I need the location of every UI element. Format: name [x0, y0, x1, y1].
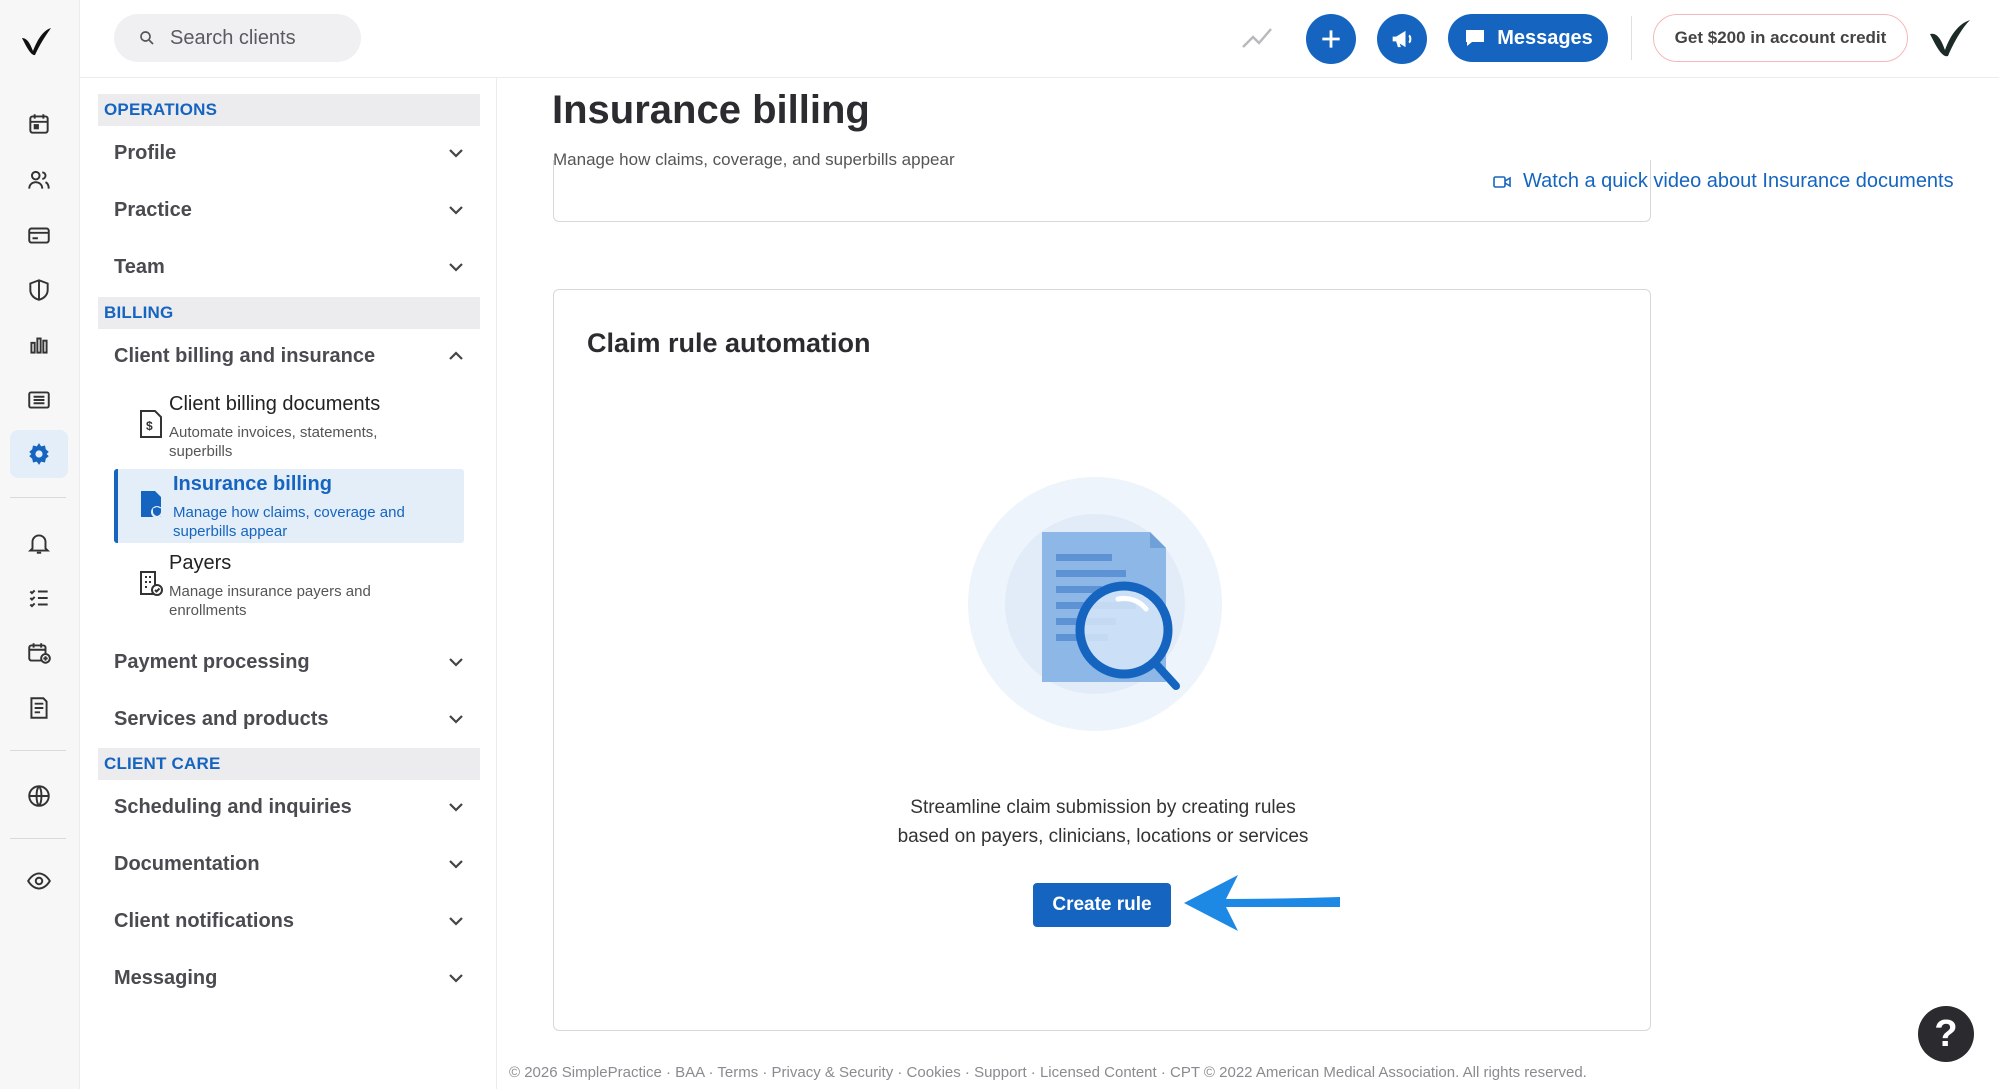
document-search-illustration [968, 477, 1222, 731]
help-button[interactable]: ? [1918, 1006, 1974, 1062]
nav-item-label: Practice [114, 198, 192, 221]
settings-icon[interactable] [10, 430, 68, 478]
search-input[interactable] [170, 26, 350, 50]
subnav-insurance-billing[interactable]: Insurance billing Manage how claims, cov… [114, 469, 464, 543]
analytics-icon[interactable] [10, 321, 68, 369]
nav-item-label: Profile [114, 141, 177, 164]
chevron-down-icon [449, 917, 463, 926]
billing-card-icon[interactable] [10, 211, 68, 259]
subnav-client-billing-documents[interactable]: $ Client billing documents Automate invo… [114, 389, 464, 465]
activity-list-icon[interactable] [10, 376, 68, 424]
announcements-button[interactable] [1377, 14, 1427, 64]
previous-card-bottom [553, 160, 1651, 222]
watch-video-link[interactable]: Watch a quick video about Insurance docu… [1493, 170, 1954, 193]
left-rail [0, 0, 80, 1089]
megaphone-icon [1392, 30, 1412, 48]
chevron-down-icon [449, 803, 463, 812]
nav-item-payment-processing[interactable]: Payment processing [114, 642, 466, 682]
nav-item-client-billing-insurance[interactable]: Client billing and insurance [114, 336, 466, 376]
subnav-description: Manage how claims, coverage and superbil… [173, 504, 405, 540]
subnav-title: Client billing documents [169, 393, 381, 415]
chevron-up-icon [449, 351, 463, 360]
clients-icon[interactable] [10, 156, 68, 204]
nav-item-label: Team [114, 255, 165, 278]
user-avatar-icon[interactable] [1926, 14, 1974, 62]
add-button[interactable] [1306, 14, 1356, 64]
payer-building-icon [140, 571, 163, 596]
billing-document-icon: $ [140, 410, 162, 438]
notifications-icon[interactable] [10, 519, 68, 567]
insurance-document-icon [141, 491, 163, 518]
nav-item-label: Services and products [114, 707, 329, 730]
nav-item-client-notifications[interactable]: Client notifications [114, 901, 466, 941]
top-bar: Messages Get $200 in account credit [80, 0, 1999, 78]
website-icon[interactable] [10, 772, 68, 820]
card-heading: Claim rule automation [587, 328, 871, 358]
nav-item-label: Client notifications [114, 909, 294, 932]
nav-item-label: Messaging [114, 966, 218, 989]
chevron-down-icon [449, 206, 463, 215]
card-message-line-2: based on payers, clinicians, locations o… [897, 826, 1309, 847]
subnav-description: Automate invoices, statements, superbill… [169, 424, 378, 460]
privacy-eye-icon[interactable] [10, 857, 68, 905]
video-camera-icon [1493, 175, 1511, 188]
svg-text:$: $ [146, 419, 153, 433]
chevron-down-icon [449, 974, 463, 983]
search-icon [140, 31, 154, 45]
account-credit-label: Get $200 in account credit [1674, 28, 1887, 47]
subnav-title: Payers [169, 552, 232, 574]
subnav-payers[interactable]: Payers Manage insurance payers and enrol… [114, 548, 464, 624]
insurance-shield-icon[interactable] [10, 266, 68, 314]
search-box[interactable] [114, 14, 361, 62]
settings-nav: OPERATIONS Profile Practice Team BILLING… [80, 78, 497, 1089]
plus-icon [1322, 30, 1340, 48]
chat-bubble-icon [1466, 30, 1485, 46]
messages-button[interactable]: Messages [1448, 14, 1608, 62]
tasks-icon[interactable] [10, 574, 68, 622]
subnav-description: Manage insurance payers and enrollments [169, 583, 371, 619]
nav-item-label: Scheduling and inquiries [114, 795, 352, 818]
nav-item-documentation[interactable]: Documentation [114, 844, 466, 884]
section-billing: BILLING [98, 297, 480, 329]
nav-item-label: Documentation [114, 852, 260, 875]
watch-video-label: Watch a quick video about Insurance docu… [1523, 170, 1954, 192]
calendar-icon[interactable] [10, 100, 68, 148]
section-operations: OPERATIONS [98, 94, 480, 126]
chevron-down-icon [449, 715, 463, 724]
nav-item-practice[interactable]: Practice [114, 190, 466, 230]
claim-rule-card: Claim rule automation Streamline claim s… [553, 289, 1651, 1031]
nav-item-messaging[interactable]: Messaging [114, 958, 466, 998]
nav-item-label: Payment processing [114, 650, 310, 673]
arrow-pointer-icon [1184, 875, 1340, 931]
divider [1631, 16, 1632, 60]
subnav-title: Insurance billing [173, 473, 332, 495]
create-rule-button[interactable]: Create rule [1033, 883, 1171, 927]
chevron-down-icon [449, 860, 463, 869]
section-client-care: CLIENT CARE [98, 748, 480, 780]
nav-item-profile[interactable]: Profile [114, 133, 466, 173]
requests-icon[interactable] [10, 629, 68, 677]
nav-item-services-products[interactable]: Services and products [114, 699, 466, 739]
nav-item-team[interactable]: Team [114, 247, 466, 287]
documents-icon[interactable] [10, 684, 68, 732]
trend-chart-icon[interactable] [1240, 22, 1274, 52]
nav-item-label: Client billing and insurance [114, 344, 376, 367]
messages-label: Messages [1497, 26, 1593, 49]
app-logo-icon[interactable] [18, 24, 54, 60]
chevron-down-icon [449, 658, 463, 667]
account-credit-button[interactable]: Get $200 in account credit [1653, 14, 1908, 62]
nav-item-scheduling[interactable]: Scheduling and inquiries [114, 787, 466, 827]
card-message: Streamline claim submission by creating … [554, 793, 1652, 851]
page-title: Insurance billing [552, 88, 870, 132]
footer-text: © 2026 SimplePractice · BAA · Terms · Pr… [509, 1064, 1587, 1081]
chevron-down-icon [449, 263, 463, 272]
chevron-down-icon [449, 149, 463, 158]
card-message-line-1: Streamline claim submission by creating … [910, 797, 1296, 818]
